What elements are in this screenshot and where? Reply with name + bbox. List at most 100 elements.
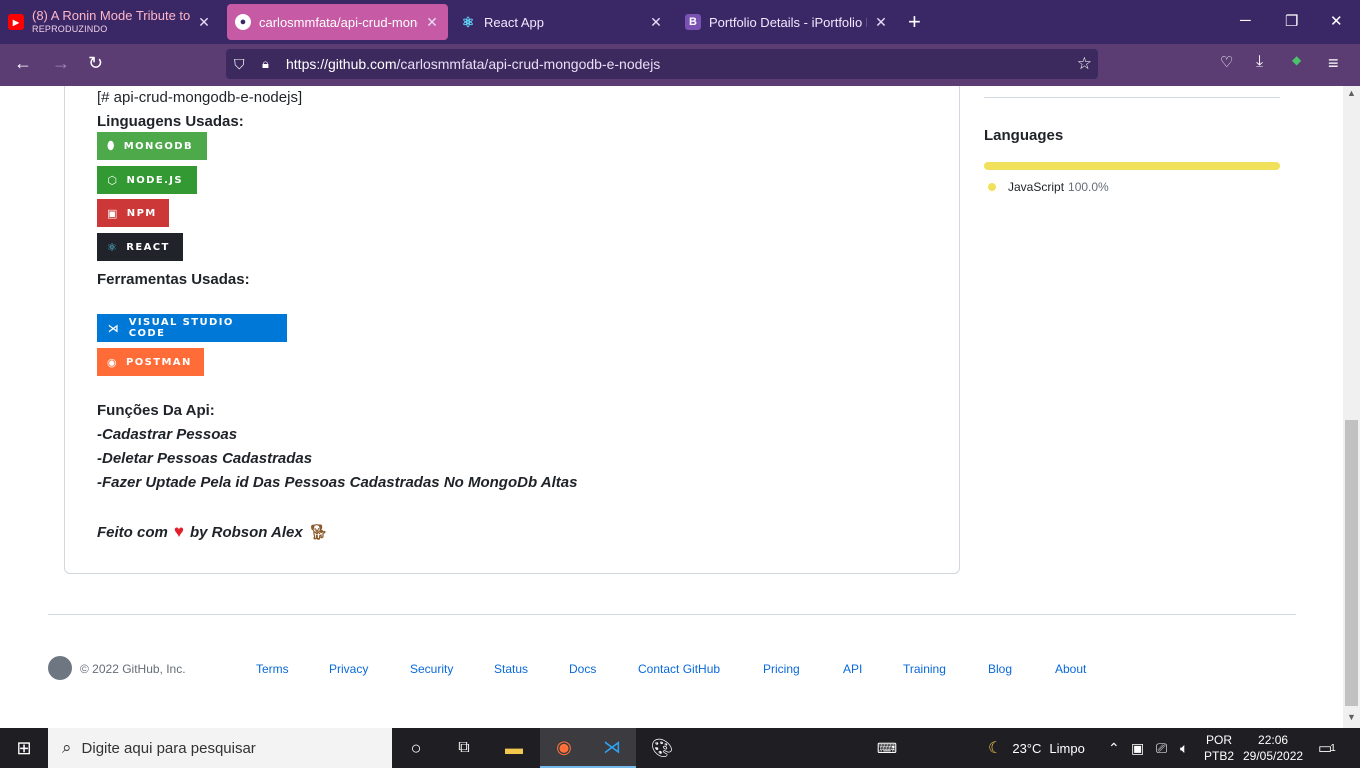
- language-bar: [984, 162, 1280, 170]
- sidebar-divider: [984, 97, 1280, 98]
- reload-icon[interactable]: ↻: [88, 53, 103, 74]
- tab-title: (8) A Ronin Mode Tribute to Qu: [32, 8, 190, 23]
- tab-subtitle: REPRODUZINDO: [32, 23, 108, 34]
- tab-portfolio[interactable]: B Portfolio Details - iPortfolio Boo ✕: [677, 4, 897, 40]
- footer-link-contact[interactable]: Contact GitHub: [638, 662, 720, 676]
- tab-youtube[interactable]: ▶ (8) A Ronin Mode Tribute to Qu REPRODU…: [0, 4, 220, 40]
- dog-icon: 🐕︎: [308, 524, 328, 541]
- clock[interactable]: 22:06 29/05/2022: [1243, 728, 1303, 768]
- tab-react[interactable]: ⚛ React App ✕: [452, 4, 672, 40]
- weather-widget[interactable]: ☾ 23°C Limpo: [988, 728, 1085, 768]
- windows-taskbar: ⊞ ⌕ Digite aqui para pesquisar ○ ⧉ ▬ ◉ ⋊…: [0, 728, 1360, 768]
- language-item[interactable]: JavaScript 100.0%: [988, 180, 1109, 194]
- network-icon[interactable]: ⎚: [1156, 728, 1167, 768]
- footer-link-status[interactable]: Status: [494, 662, 528, 676]
- search-icon: ⌕: [62, 738, 72, 757]
- github-page: [# api-crud-mongodb-e-nodejs] Linguagens…: [0, 86, 1343, 728]
- tab-title: carlosmmfata/api-crud-mongo: [259, 14, 418, 30]
- footer-link-security[interactable]: Security: [410, 662, 453, 676]
- lock-icon[interactable]: 🔒︎: [262, 56, 269, 72]
- footer-link-privacy[interactable]: Privacy: [329, 662, 368, 676]
- close-icon[interactable]: ✕: [648, 14, 664, 31]
- tab-title: React App: [484, 14, 544, 30]
- github-icon: ●: [235, 14, 251, 30]
- github-logo-icon[interactable]: [48, 656, 72, 680]
- footer-link-blog[interactable]: Blog: [988, 662, 1012, 676]
- tab-title: Portfolio Details - iPortfolio Boo: [709, 14, 867, 30]
- footer-link-api[interactable]: API: [843, 662, 862, 676]
- moon-icon: ☾: [988, 740, 1003, 757]
- bootstrap-icon: B: [685, 14, 701, 30]
- volume-icon[interactable]: 🔈︎: [1180, 728, 1188, 768]
- close-icon[interactable]: ✕: [873, 14, 889, 31]
- url-bar[interactable]: ⛉ 🔒︎ https://github.com/carlosmmfata/api…: [226, 49, 1098, 79]
- function-item: -Deletar Pessoas Cadastradas: [97, 450, 313, 467]
- copyright: © 2022 GitHub, Inc.: [80, 662, 186, 676]
- notifications-icon[interactable]: ▭ 1: [1318, 728, 1336, 768]
- made-with-line: Feito com ♥ by Robson Alex 🐕︎: [97, 522, 328, 541]
- bookmark-star-icon[interactable]: ☆: [1077, 54, 1092, 74]
- extension-icon[interactable]: ◆: [1292, 53, 1301, 67]
- tray-chevron-icon[interactable]: ⌃: [1108, 728, 1120, 768]
- scroll-up-icon[interactable]: ▲: [1347, 88, 1356, 98]
- badge-vscode[interactable]: ⋊ VISUAL STUDIO CODE: [97, 314, 287, 342]
- readme-heading: [# api-crud-mongodb-e-nodejs]: [97, 89, 303, 106]
- keyboard-icon[interactable]: ⌨: [870, 728, 904, 768]
- vscode-icon: ⋊: [107, 321, 121, 335]
- windows-start-icon[interactable]: ⊞: [0, 728, 48, 768]
- search-placeholder: Digite aqui para pesquisar: [81, 739, 256, 757]
- footer-divider: [48, 614, 1296, 615]
- react-icon: ⚛: [107, 240, 119, 254]
- close-icon[interactable]: ✕: [424, 14, 440, 31]
- back-icon[interactable]: ←: [14, 53, 32, 74]
- badge-nodejs[interactable]: ⬡ NODE.JS: [97, 166, 197, 194]
- menu-icon[interactable]: ≡: [1328, 53, 1339, 74]
- scrollbar-thumb[interactable]: [1345, 420, 1358, 706]
- new-tab-button[interactable]: +: [908, 10, 921, 34]
- footer-link-docs[interactable]: Docs: [569, 662, 596, 676]
- languages-label: Linguagens Usadas:: [97, 113, 244, 130]
- url-text: https://github.com/carlosmmfata/api-crud…: [286, 56, 661, 72]
- footer-link-training[interactable]: Training: [903, 662, 946, 676]
- scroll-down-icon[interactable]: ▼: [1347, 712, 1356, 722]
- heart-icon: ♥: [173, 522, 184, 541]
- youtube-icon: ▶: [8, 14, 24, 30]
- functions-label: Funções Da Api:: [97, 402, 215, 419]
- languages-title: Languages: [984, 127, 1064, 144]
- input-language[interactable]: POR PTB2: [1204, 728, 1234, 768]
- minimize-icon[interactable]: ─: [1240, 12, 1251, 29]
- taskbar-search[interactable]: ⌕ Digite aqui para pesquisar: [48, 728, 392, 768]
- page-scrollbar[interactable]: ▲ ▼: [1343, 86, 1360, 728]
- browser-tab-bar: ▶ (8) A Ronin Mode Tribute to Qu REPRODU…: [0, 0, 1360, 44]
- tab-github[interactable]: ● carlosmmfata/api-crud-mongo ✕: [227, 4, 448, 40]
- close-window-icon[interactable]: ✕: [1330, 12, 1343, 30]
- badge-react[interactable]: ⚛ REACT: [97, 233, 183, 261]
- badge-postman[interactable]: ◉ POSTMAN: [97, 348, 204, 376]
- postman-icon: ◉: [107, 355, 118, 369]
- restore-icon[interactable]: ❐: [1285, 12, 1298, 30]
- firefox-icon[interactable]: ◉: [540, 728, 588, 768]
- vscode-taskbar-icon[interactable]: ⋊: [588, 728, 636, 768]
- mongodb-leaf-icon: ⬮: [107, 139, 116, 152]
- function-item: -Fazer Uptade Pela id Das Pessoas Cadast…: [97, 474, 578, 491]
- download-icon[interactable]: ⤓: [1256, 53, 1263, 71]
- shield-icon[interactable]: ⛉: [234, 56, 245, 73]
- forward-icon[interactable]: →: [52, 53, 70, 74]
- paint-icon[interactable]: 🎨︎: [640, 728, 684, 768]
- footer-link-pricing[interactable]: Pricing: [763, 662, 800, 676]
- close-icon[interactable]: ✕: [196, 14, 212, 31]
- footer-link-about[interactable]: About: [1055, 662, 1086, 676]
- react-icon: ⚛: [461, 13, 475, 30]
- onedrive-icon[interactable]: ▣: [1131, 728, 1144, 768]
- task-view-icon[interactable]: ⧉: [444, 728, 484, 768]
- language-dot-icon: [988, 183, 996, 191]
- cortana-icon[interactable]: ○: [396, 728, 436, 768]
- pocket-icon[interactable]: ♡: [1220, 53, 1233, 71]
- footer-link-terms[interactable]: Terms: [256, 662, 289, 676]
- badge-mongodb[interactable]: ⬮ MONGODB: [97, 132, 207, 160]
- npm-icon: ▣: [107, 206, 119, 220]
- tools-label: Ferramentas Usadas:: [97, 271, 250, 288]
- file-explorer-icon[interactable]: ▬: [492, 728, 536, 768]
- nodejs-icon: ⬡: [107, 173, 119, 187]
- badge-npm[interactable]: ▣ NPM: [97, 199, 169, 227]
